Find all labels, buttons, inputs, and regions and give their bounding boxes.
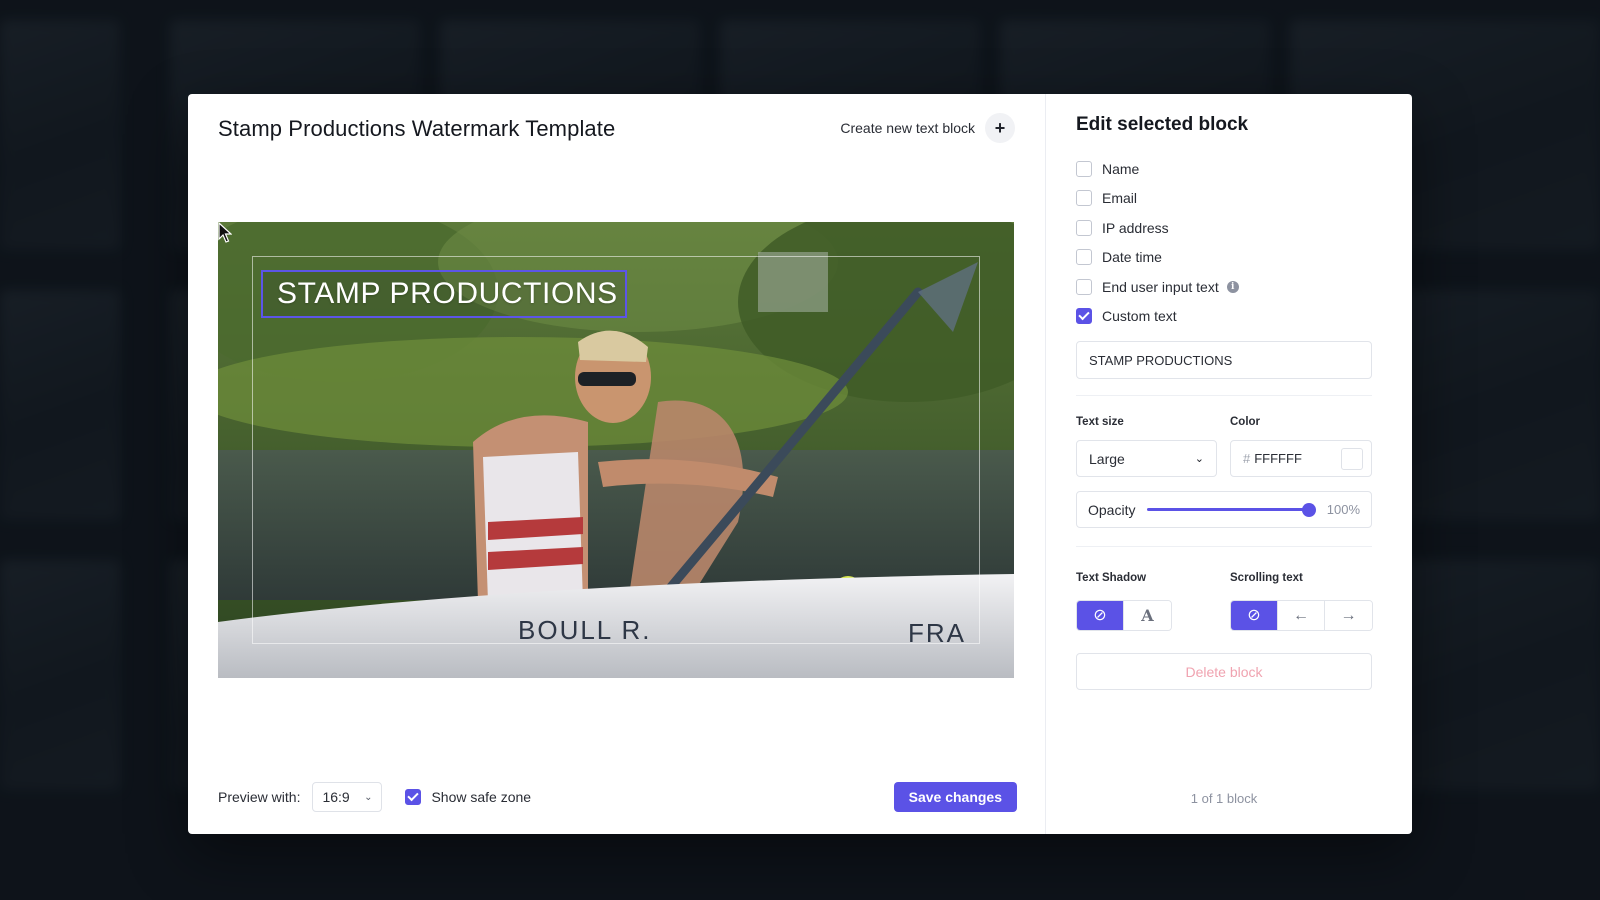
field-checkbox-list: Name Email IP address Date time End user… — [1076, 154, 1372, 331]
color-hex-value: FFFFFF — [1254, 451, 1302, 466]
field-option-custom-text[interactable]: Custom text — [1076, 302, 1372, 332]
opacity-value: 100% — [1326, 502, 1360, 517]
opacity-slider-thumb[interactable] — [1302, 502, 1317, 517]
field-label: Date time — [1102, 249, 1162, 266]
watermark-text: STAMP PRODUCTIONS — [277, 277, 618, 310]
scroll-left-button[interactable]: ← — [1278, 601, 1325, 630]
text-size-value: Large — [1089, 450, 1125, 467]
email-checkbox[interactable] — [1076, 190, 1092, 207]
field-label: Email — [1102, 190, 1138, 207]
color-swatch[interactable] — [1341, 447, 1363, 470]
block-count: 1 of 1 block — [1190, 791, 1258, 806]
ip-address-checkbox[interactable] — [1076, 219, 1092, 236]
text-size-label: Text size — [1076, 416, 1124, 428]
arrow-left-icon: ← — [1293, 606, 1309, 624]
plus-icon[interactable]: + — [985, 113, 1015, 143]
field-label: Custom text — [1102, 308, 1177, 325]
scrolling-text-toggle-group: ⊘ ← → — [1230, 600, 1373, 631]
end-user-input-checkbox[interactable] — [1076, 278, 1092, 295]
mouse-cursor-icon — [218, 222, 232, 243]
custom-text-checkbox[interactable] — [1076, 308, 1092, 325]
watermark-editor-modal: Stamp Productions Watermark Template Cre… — [188, 94, 1412, 834]
preview-footer: Preview with: 16:9 ⌄ Show safe zone — [218, 782, 531, 812]
color-label: Color — [1230, 416, 1261, 428]
show-safe-zone-label: Show safe zone — [431, 789, 532, 805]
opacity-label: Opacity — [1088, 501, 1136, 518]
no-symbol-icon: ⊘ — [1093, 606, 1107, 624]
date-time-checkbox[interactable] — [1076, 249, 1092, 266]
field-option-ip-address[interactable]: IP address — [1076, 213, 1372, 243]
show-safe-zone-toggle[interactable]: Show safe zone — [405, 789, 531, 805]
field-label: Name — [1102, 160, 1140, 177]
aspect-ratio-value: 16:9 — [322, 789, 350, 805]
shadow-none-button[interactable]: ⊘ — [1077, 601, 1124, 630]
scrolling-text-label: Scrolling text — [1230, 572, 1303, 584]
shadow-on-button[interactable]: A — [1124, 601, 1171, 630]
text-shadow-toggle-group: ⊘ A — [1076, 600, 1172, 631]
info-icon[interactable]: i — [1226, 280, 1239, 293]
aspect-ratio-select[interactable]: 16:9 ⌄ — [312, 782, 383, 812]
field-option-email[interactable]: Email — [1076, 184, 1372, 214]
arrow-right-icon: → — [1340, 606, 1357, 624]
panel-title: Edit selected block — [1076, 114, 1249, 135]
opacity-control: Opacity 100% — [1076, 491, 1372, 528]
chevron-down-icon: ⌄ — [1194, 453, 1204, 465]
field-label: IP address — [1102, 219, 1169, 236]
text-size-select[interactable]: Large ⌄ — [1076, 440, 1217, 477]
color-hex-input[interactable]: # FFFFFF — [1230, 440, 1372, 477]
preview-with-label: Preview with: — [218, 789, 301, 805]
field-option-end-user-input[interactable]: End user input text i — [1076, 272, 1372, 302]
modal-title: Stamp Productions Watermark Template — [218, 116, 616, 141]
create-text-block-button[interactable]: Create new text block + — [840, 113, 1015, 143]
delete-block-button[interactable]: Delete block — [1076, 653, 1372, 690]
show-safe-zone-checkbox[interactable] — [405, 789, 422, 805]
divider — [1076, 395, 1372, 396]
hash-prefix: # — [1243, 451, 1251, 466]
opacity-slider[interactable] — [1147, 502, 1317, 517]
no-symbol-icon: ⊘ — [1247, 606, 1261, 624]
preview-pane: Stamp Productions Watermark Template Cre… — [188, 94, 1046, 834]
scroll-none-button[interactable]: ⊘ — [1231, 601, 1278, 630]
field-option-name[interactable]: Name — [1076, 154, 1372, 184]
text-shadow-label: Text Shadow — [1076, 572, 1147, 584]
text-shadow-icon: A — [1141, 606, 1154, 625]
watermark-text-block[interactable]: STAMP PRODUCTIONS — [261, 270, 627, 318]
edit-block-panel: Edit selected block Name Email IP addres… — [1046, 94, 1412, 834]
field-label: End user input text — [1102, 278, 1219, 295]
name-checkbox[interactable] — [1076, 160, 1092, 177]
scroll-right-button[interactable]: → — [1325, 601, 1372, 630]
field-option-date-time[interactable]: Date time — [1076, 243, 1372, 273]
save-changes-button[interactable]: Save changes — [893, 782, 1017, 812]
divider — [1076, 546, 1372, 547]
video-preview: BOULL R. FRA STAMP PRODUCTIONS — [218, 222, 1014, 678]
create-text-block-label: Create new text block — [840, 120, 975, 136]
chevron-down-icon: ⌄ — [364, 791, 373, 803]
custom-text-input[interactable] — [1076, 341, 1372, 379]
